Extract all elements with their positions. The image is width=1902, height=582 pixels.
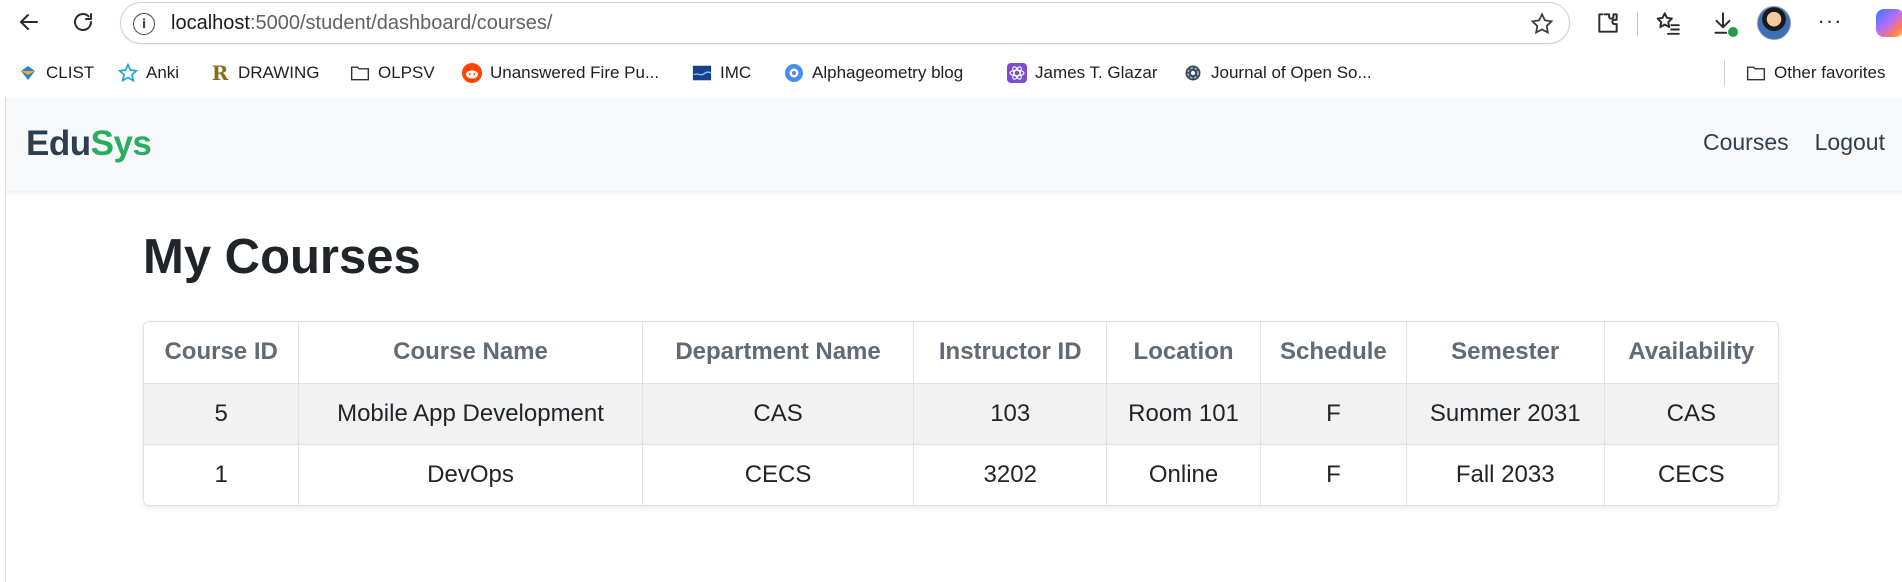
toolbar-divider <box>1637 12 1638 36</box>
table-cell: 5 <box>144 383 300 445</box>
page-content: EduSys Courses Logout My Courses Course … <box>5 97 1902 582</box>
column-header: Department Name <box>642 322 915 384</box>
address-bar[interactable]: i localhost:5000/student/dashboard/cours… <box>120 2 1570 44</box>
site-navbar: EduSys Courses Logout <box>6 97 1902 191</box>
table-cell: CECS <box>1657 460 1725 488</box>
folder-icon <box>1746 63 1766 83</box>
table-row: 5 Mobile App Development CAS 103 Room 101 F Su… <box>144 383 1778 445</box>
column-header: Instructor ID <box>913 322 1108 384</box>
other-favorites-label: Other favorites <box>1774 63 1886 82</box>
extensions-button[interactable] <box>1591 6 1625 40</box>
column-header: Schedule <box>1260 322 1407 384</box>
table-header: Course ID Course Name Department Name Instr… <box>144 322 1778 384</box>
table-cell: 103 <box>913 383 1108 445</box>
anki-star-icon <box>118 63 138 83</box>
bookmark-label: IMC <box>720 63 752 82</box>
other-favorites[interactable]: Other favorites <box>1746 56 1886 90</box>
more-menu-button[interactable]: ··· <box>1813 6 1847 40</box>
url-host: localhost <box>171 12 250 34</box>
profile-avatar[interactable] <box>1757 6 1791 40</box>
table-row: 1 DevOps CECS 3202 Online F Fall 2033 CECS <box>144 444 1778 505</box>
clist-icon <box>18 63 38 83</box>
table-cell: Online <box>1106 444 1261 505</box>
bookmark-item[interactable]: Anki <box>118 56 179 90</box>
bookmark-label: CLIST <box>46 63 95 82</box>
column-header: Course ID <box>144 322 300 384</box>
table-header-row: Course ID Course Name Department Name Instr… <box>144 322 1778 384</box>
table-cell: Mobile App Development <box>298 383 643 445</box>
puzzle-icon <box>1598 13 1618 33</box>
favorite-star-icon[interactable] <box>1529 11 1555 37</box>
copilot-icon[interactable] <box>1876 9 1902 37</box>
downloads-button[interactable] <box>1706 6 1740 40</box>
bookmark-label: James T. Glazar <box>1035 63 1158 82</box>
courses-table: Course ID Course Name Department Name Instr… <box>144 322 1778 505</box>
brand-logo[interactable]: EduSys <box>26 124 152 164</box>
table-cell: 1 <box>144 444 300 505</box>
table-cell: CAS <box>1604 383 1778 445</box>
column-header: Course Name <box>298 322 643 384</box>
refresh-button[interactable] <box>65 4 101 40</box>
url-text[interactable]: localhost:5000/student/dashboard/courses… <box>171 12 552 35</box>
column-header: Availability <box>1604 322 1778 384</box>
page-title: My Courses <box>143 230 421 284</box>
column-header: Location <box>1106 322 1261 384</box>
table-cell: CAS <box>642 383 915 445</box>
table-cell: CECS <box>642 444 915 505</box>
column-header: Semester <box>1406 322 1605 384</box>
r-letter-icon: R <box>211 61 229 85</box>
url-path: :5000/student/dashboard/courses/ <box>249 12 553 34</box>
nav-link-logout[interactable]: Logout <box>1815 129 1885 156</box>
bookmark-label: OLPSV <box>378 63 435 82</box>
bookmark-label: Alphageometry blog <box>812 63 964 82</box>
bookmark-label: Journal of Open So... <box>1211 63 1372 82</box>
brand-part-sys: Sys <box>90 124 152 163</box>
bookmark-label: Unanswered Fire Pu... <box>490 63 660 82</box>
bookmark-item[interactable]: IMC <box>692 56 751 90</box>
table-cell: Room 101 <box>1106 383 1261 445</box>
download-complete-badge <box>1727 26 1739 38</box>
table-cell: F <box>1260 444 1407 505</box>
browser-chrome: i localhost:5000/student/dashboard/cours… <box>0 0 1902 97</box>
bookmark-item[interactable]: OLPSV <box>350 56 435 90</box>
table-body: 5 Mobile App Development CAS 103 Room 101 F Su… <box>144 383 1778 505</box>
gear-icon <box>1183 63 1203 83</box>
site-info-icon[interactable]: i <box>133 13 155 35</box>
browser-toolbar: i localhost:5000/student/dashboard/cours… <box>0 0 1902 46</box>
table-cell: Fall 2033 <box>1406 444 1605 505</box>
nav-link-courses[interactable]: Courses <box>1703 129 1789 156</box>
courses-table-container: Course ID Course Name Department Name Instr… <box>143 321 1779 506</box>
bookmark-item[interactable]: James T. Glazar <box>1007 56 1158 90</box>
bookmark-item[interactable]: CLIST <box>18 56 94 90</box>
back-arrow-icon <box>20 14 38 30</box>
bookmark-item[interactable]: Alphageometry blog <box>784 56 963 90</box>
bookmark-item[interactable]: Unanswered Fire Pu... <box>462 56 659 90</box>
favorites-button[interactable] <box>1651 6 1685 40</box>
bookmarks-divider <box>1724 60 1725 86</box>
bookmark-label: DRAWING <box>238 63 320 82</box>
bookmark-item[interactable]: Journal of Open So... <box>1183 56 1372 90</box>
bookmark-label: Anki <box>146 63 180 82</box>
swirl-icon <box>784 63 804 83</box>
refresh-icon <box>74 13 92 31</box>
back-button[interactable] <box>11 4 47 40</box>
table-cell: Summer 2031 <box>1406 383 1605 445</box>
nav-links: Courses Logout <box>1703 129 1885 156</box>
table-cell: DevOps <box>298 444 643 505</box>
bookmark-item[interactable]: R DRAWING <box>210 56 320 90</box>
table-cell: F <box>1260 383 1407 445</box>
bookmarks-bar: CLIST Anki R DRAWING OLPSV Unanswered Fi… <box>0 56 1902 90</box>
table-cell: 3202 <box>913 444 1108 505</box>
reddit-icon <box>462 63 482 83</box>
react-icon <box>1007 63 1027 83</box>
folder-icon <box>350 63 370 83</box>
imc-icon <box>692 63 712 83</box>
favorites-list-icon <box>1656 12 1680 35</box>
brand-part-edu: Edu <box>26 124 91 163</box>
